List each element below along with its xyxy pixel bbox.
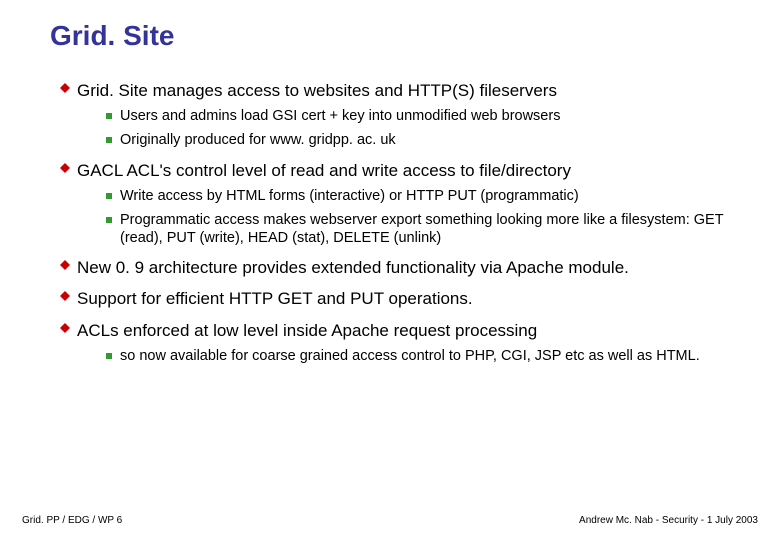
slide: Grid. Site Grid. Site manages access to … [0,0,780,540]
diamond-icon [60,291,70,301]
bullet-text: GACL ACL's control level of read and wri… [77,160,571,181]
bullet-level1: Grid. Site manages access to websites an… [60,80,740,101]
square-icon [106,137,112,143]
slide-title: Grid. Site [50,20,174,52]
slide-footer: Grid. PP / EDG / WP 6 Andrew Mc. Nab - S… [22,515,758,526]
footer-left: Grid. PP / EDG / WP 6 [22,515,122,526]
square-icon [106,113,112,119]
bullet-text: Grid. Site manages access to websites an… [77,80,557,101]
bullet-text: New 0. 9 architecture provides extended … [77,257,629,278]
bullet-level2: Write access by HTML forms (interactive)… [106,187,740,205]
bullet-text: Programmatic access makes webserver expo… [120,211,740,247]
diamond-icon [60,83,70,93]
bullet-level2: Programmatic access makes webserver expo… [106,211,740,247]
bullet-text: Write access by HTML forms (interactive)… [120,187,579,205]
bullet-text: Support for efficient HTTP GET and PUT o… [77,288,473,309]
diamond-icon [60,323,70,333]
bullet-text: Originally produced for www. gridpp. ac.… [120,131,396,149]
bullet-text: so now available for coarse grained acce… [120,347,700,365]
square-icon [106,353,112,359]
slide-content: Grid. Site manages access to websites an… [60,70,740,367]
diamond-icon [60,260,70,270]
footer-right: Andrew Mc. Nab - Security - 1 July 2003 [579,515,758,526]
square-icon [106,217,112,223]
bullet-level2: so now available for coarse grained acce… [106,347,740,365]
diamond-icon [60,163,70,173]
square-icon [106,193,112,199]
bullet-level2: Originally produced for www. gridpp. ac.… [106,131,740,149]
bullet-level2: Users and admins load GSI cert + key int… [106,107,740,125]
bullet-text: Users and admins load GSI cert + key int… [120,107,560,125]
bullet-text: ACLs enforced at low level inside Apache… [77,320,537,341]
bullet-level1: New 0. 9 architecture provides extended … [60,257,740,278]
bullet-level1: ACLs enforced at low level inside Apache… [60,320,740,341]
bullet-level1: Support for efficient HTTP GET and PUT o… [60,288,740,309]
bullet-level1: GACL ACL's control level of read and wri… [60,160,740,181]
